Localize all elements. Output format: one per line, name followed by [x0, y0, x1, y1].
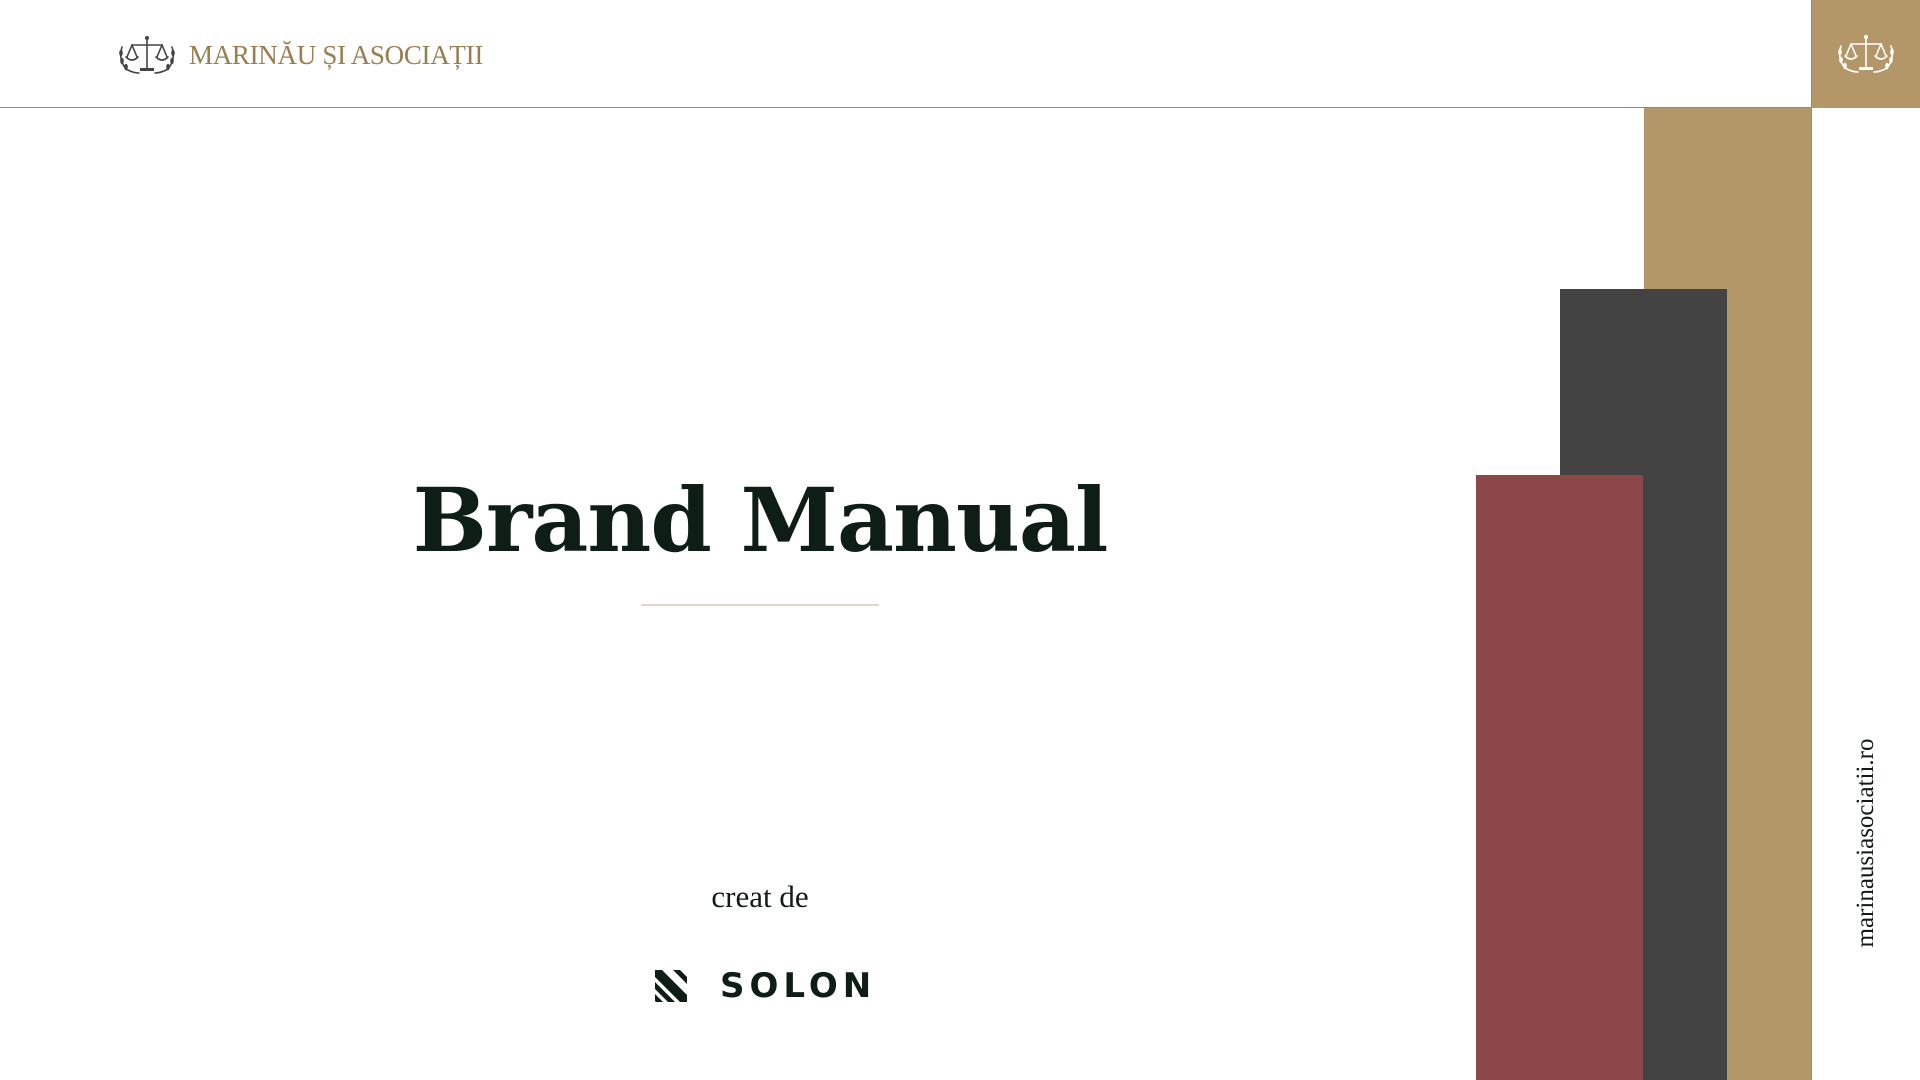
solon-logo-mark-icon — [655, 970, 687, 1002]
page-title: Brand Manual — [412, 468, 1109, 572]
firm-logo[interactable]: MARINĂU ȘI ASOCIAȚII — [117, 33, 483, 77]
burgundy-bar — [1476, 475, 1643, 1080]
credit-label: creat de — [711, 879, 809, 914]
title-divider — [641, 604, 879, 606]
firm-name: MARINĂU ȘI ASOCIAȚII — [189, 39, 484, 70]
website-url[interactable]: marinausiasociatii.ro — [1852, 739, 1880, 948]
corner-badge[interactable] — [1812, 0, 1920, 108]
header-bar: MARINĂU ȘI ASOCIAȚII — [0, 0, 1811, 108]
solon-logo[interactable]: SOLON — [653, 968, 876, 1004]
scales-of-justice-icon — [119, 36, 175, 74]
creator-name: SOLON — [720, 966, 877, 1006]
scales-of-justice-icon — [1838, 35, 1894, 73]
